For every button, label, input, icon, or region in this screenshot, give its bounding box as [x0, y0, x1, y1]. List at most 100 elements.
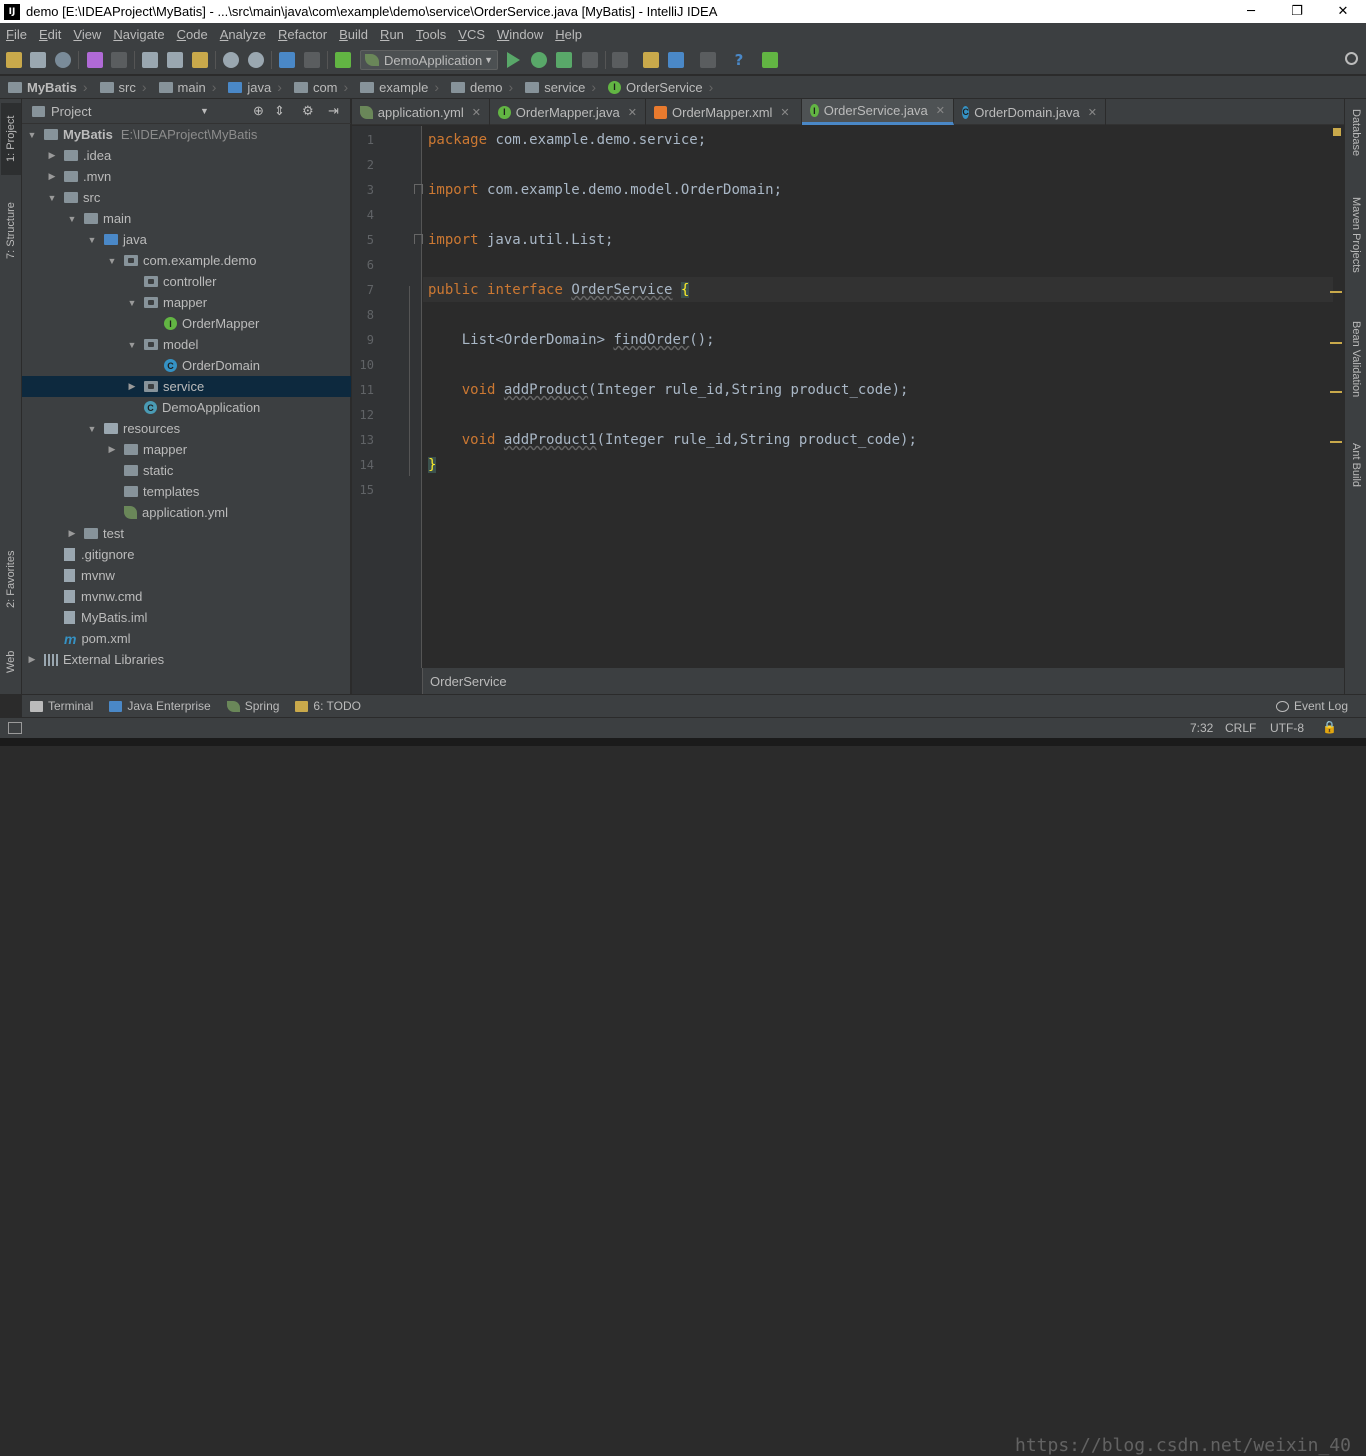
breadcrumb-service[interactable]: service › [517, 79, 600, 95]
open-folder-icon[interactable] [6, 52, 22, 68]
tree-item[interactable]: C OrderDomain [22, 355, 351, 376]
undo-icon[interactable] [87, 52, 103, 68]
tool-window-toggle-icon[interactable] [8, 722, 22, 734]
tree-item[interactable]: C DemoApplication [22, 397, 351, 418]
menu-code[interactable]: Code [171, 27, 214, 42]
todo-tab[interactable]: 6: TODO [287, 699, 369, 713]
breadcrumb-com[interactable]: com › [286, 79, 352, 95]
replace-icon[interactable] [248, 52, 264, 68]
build-icon[interactable] [335, 52, 351, 68]
code-editor[interactable]: package com.example.demo.service; import… [423, 126, 1333, 668]
database-tool-tab[interactable]: Database [1346, 109, 1366, 179]
project-panel-title[interactable]: Project [51, 104, 91, 119]
tree-item[interactable]: I OrderMapper [22, 313, 351, 334]
tree-item[interactable]: MyBatis.iml [22, 607, 351, 628]
tree-item[interactable]: ▼ MyBatis E:\IDEAProject\MyBatis [22, 124, 351, 145]
menu-vcs[interactable]: VCS [452, 27, 491, 42]
tree-item[interactable]: mvnw [22, 565, 351, 586]
tree-item[interactable]: mvnw.cmd [22, 586, 351, 607]
hide-panel-icon[interactable]: ⇥ [328, 103, 339, 119]
back-icon[interactable] [279, 52, 295, 68]
tree-item[interactable]: static [22, 460, 351, 481]
cut-icon[interactable] [142, 52, 158, 68]
chevron-down-icon[interactable]: ▼ [200, 106, 209, 116]
sdk-icon[interactable] [700, 52, 716, 68]
java-enterprise-tab[interactable]: Java Enterprise [101, 699, 218, 713]
project-structure-icon[interactable] [668, 52, 684, 68]
forward-icon[interactable] [304, 52, 320, 68]
close-icon[interactable]: ✕ [936, 104, 945, 117]
close-icon[interactable]: ✕ [472, 106, 481, 119]
debug-icon[interactable] [531, 52, 547, 68]
run-configuration-select[interactable]: DemoApplication ▼ [360, 50, 498, 70]
tree-item[interactable]: ▼ com.example.demo [22, 250, 351, 271]
menu-tools[interactable]: Tools [410, 27, 452, 42]
fold-marker-icon[interactable] [414, 234, 423, 244]
tree-item[interactable]: ▼ model [22, 334, 351, 355]
plugin-icon[interactable] [762, 52, 778, 68]
project-tool-tab[interactable]: 1: Project [1, 103, 21, 175]
menu-analyze[interactable]: Analyze [214, 27, 272, 42]
maximize-button[interactable]: ❐ [1274, 0, 1320, 23]
tree-item[interactable]: ▶ test [22, 523, 351, 544]
tree-item[interactable]: templates [22, 481, 351, 502]
close-icon[interactable]: ✕ [780, 106, 789, 119]
minimize-button[interactable]: ─ [1228, 0, 1274, 23]
menu-run[interactable]: Run [374, 27, 410, 42]
copy-icon[interactable] [167, 52, 183, 68]
warning-indicator-icon[interactable] [1333, 128, 1341, 136]
caret-position[interactable]: 7:32 [1190, 721, 1213, 735]
event-log-tab[interactable]: Event Log [1268, 699, 1356, 713]
search-everywhere-icon[interactable] [1345, 52, 1358, 65]
chevron-right-icon[interactable]: ▶ [46, 150, 58, 161]
breadcrumb-mybatis[interactable]: MyBatis › [0, 79, 92, 95]
tree-item[interactable]: controller [22, 271, 351, 292]
close-icon[interactable]: ✕ [1088, 106, 1097, 119]
menu-refactor[interactable]: Refactor [272, 27, 333, 42]
close-window-button[interactable]: ✕ [1320, 0, 1366, 23]
warning-mark[interactable] [1330, 291, 1342, 293]
tree-item[interactable]: ▶ External Libraries [22, 649, 351, 670]
structure-tool-tab[interactable]: 7: Structure [1, 191, 21, 271]
editor-tab[interactable]: OrderMapper.xml ✕ [646, 99, 802, 125]
menu-help[interactable]: Help [549, 27, 588, 42]
tree-item[interactable]: ▼ src [22, 187, 351, 208]
paste-icon[interactable] [192, 52, 208, 68]
tree-item[interactable]: ▶ .mvn [22, 166, 351, 187]
chevron-down-icon[interactable]: ▼ [66, 214, 78, 224]
tree-item[interactable]: application.yml [22, 502, 351, 523]
breadcrumb-java[interactable]: java › [220, 79, 286, 95]
chevron-right-icon[interactable]: ▶ [126, 381, 138, 392]
chevron-right-icon[interactable]: ▶ [26, 654, 38, 665]
tree-item[interactable]: ▼ resources [22, 418, 351, 439]
chevron-down-icon[interactable]: ▼ [86, 235, 98, 245]
lock-icon[interactable]: 🔒 [1322, 720, 1337, 734]
breadcrumb-src[interactable]: src › [92, 79, 151, 95]
tree-item[interactable]: ▶ .idea [22, 145, 351, 166]
terminal-tab[interactable]: Terminal [22, 699, 101, 713]
fold-marker-icon[interactable] [414, 184, 423, 194]
breadcrumb-example[interactable]: example › [352, 79, 443, 95]
collapse-all-icon[interactable]: ⇕ [274, 103, 285, 119]
chevron-down-icon[interactable]: ▼ [126, 340, 138, 350]
save-icon[interactable] [30, 52, 46, 68]
warning-mark[interactable] [1330, 342, 1342, 344]
chevron-down-icon[interactable]: ▼ [106, 256, 118, 266]
settings-icon[interactable] [643, 52, 659, 68]
web-tool-tab[interactable]: Web [1, 637, 21, 687]
warning-mark[interactable] [1330, 391, 1342, 393]
breadcrumb-main[interactable]: main › [151, 79, 221, 95]
tree-item[interactable]: m pom.xml [22, 628, 351, 649]
editor-tab[interactable]: I OrderService.java ✕ [802, 99, 954, 125]
tree-item[interactable]: .gitignore [22, 544, 351, 565]
chevron-right-icon[interactable]: ▶ [46, 171, 58, 182]
scroll-from-source-icon[interactable]: ⊕ [253, 103, 264, 119]
editor-breadcrumb-item[interactable]: OrderService [430, 674, 507, 689]
menu-navigate[interactable]: Navigate [107, 27, 170, 42]
tree-item[interactable]: ▶ mapper [22, 439, 351, 460]
chevron-down-icon[interactable]: ▼ [126, 298, 138, 308]
maven-projects-tool-tab[interactable]: Maven Projects [1346, 197, 1366, 297]
favorites-tool-tab[interactable]: 2: Favorites [1, 539, 21, 619]
tree-item[interactable]: ▼ java [22, 229, 351, 250]
file-encoding[interactable]: UTF-8 [1270, 721, 1304, 735]
